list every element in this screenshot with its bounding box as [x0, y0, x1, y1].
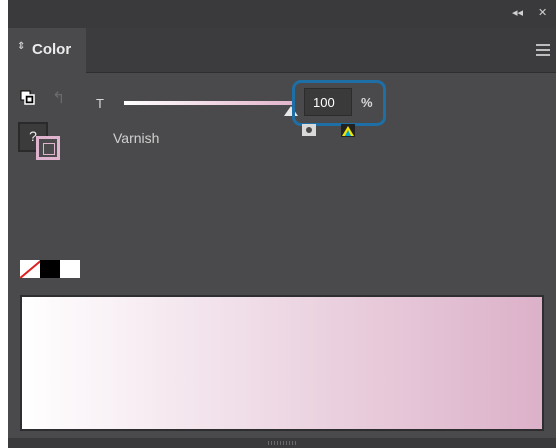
resize-grip[interactable] [268, 441, 298, 445]
tint-unit: % [361, 95, 373, 110]
tint-input[interactable] [304, 88, 352, 116]
color-panel: ◂◂ ✕ ⇕ Color ↰ ? T % Varnish [8, 0, 556, 448]
spot-color-icon [302, 124, 316, 136]
collapse-icon[interactable]: ◂◂ [512, 6, 523, 19]
panel-menu-icon[interactable] [536, 44, 550, 56]
color-mode-icon [341, 124, 355, 137]
fill-stroke-default-icon[interactable] [20, 90, 36, 106]
swap-icon[interactable]: ↰ [52, 88, 65, 107]
close-icon[interactable]: ✕ [538, 6, 547, 19]
tab-bar: ⇕ Color [8, 28, 556, 73]
swatch-name: Varnish [113, 130, 160, 146]
tab-label: Color [32, 41, 72, 58]
white-swatch[interactable] [60, 260, 80, 278]
tint-slider-track[interactable] [124, 101, 292, 105]
color-ramp[interactable] [20, 295, 544, 431]
tab-arrows-icon: ⇕ [17, 41, 26, 52]
stroke-swatch-button[interactable] [36, 136, 60, 160]
black-swatch[interactable] [40, 260, 60, 278]
tint-label: T [96, 96, 104, 111]
panel-titlebar: ◂◂ ✕ [8, 0, 556, 28]
tab-color[interactable]: ⇕ Color [8, 28, 86, 73]
none-swatch[interactable] [20, 260, 40, 278]
